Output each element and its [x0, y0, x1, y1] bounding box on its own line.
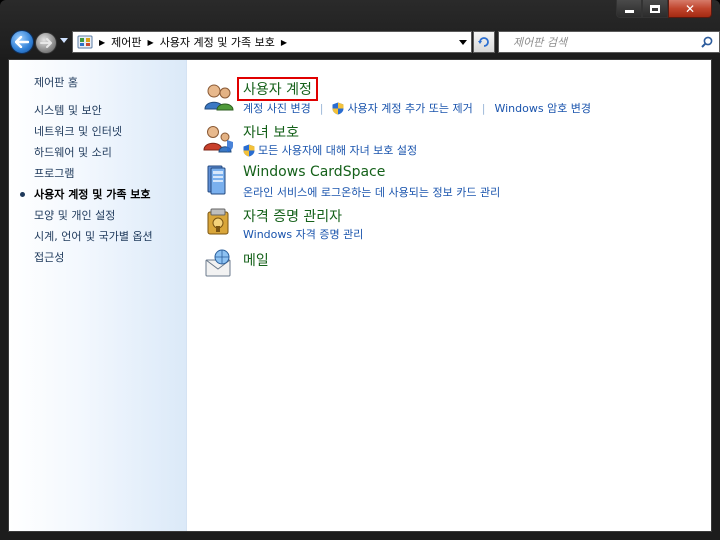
parental-controls-icon[interactable]: [203, 122, 235, 154]
cardspace-icon[interactable]: [203, 164, 235, 196]
minimize-icon: [624, 10, 634, 13]
link-change-account-picture[interactable]: 계정 사진 변경: [243, 100, 311, 116]
breadcrumb-separator[interactable]: ▶: [99, 38, 105, 47]
category-links-user-accounts: 계정 사진 변경 | 사용자 계정 추가 또는 제거 | Windows 암호 …: [243, 100, 591, 116]
sidebar-item-appearance[interactable]: 모양 및 개인 설정: [34, 209, 153, 230]
navigation-bar: ▶ 제어판 ▶ 사용자 계정 및 가족 보호 ▶: [8, 28, 720, 56]
forward-button[interactable]: [35, 32, 57, 54]
sidebar-category-list: 시스템 및 보안 네트워크 및 인터넷 하드웨어 및 소리 프로그램 사용자 계…: [20, 104, 153, 272]
caption-buttons: ✕: [616, 0, 712, 18]
search-icon[interactable]: [701, 36, 713, 48]
breadcrumb-separator[interactable]: ▶: [281, 38, 287, 47]
address-dropdown-icon[interactable]: [459, 40, 467, 45]
category-title-parental-controls[interactable]: 자녀 보호: [243, 122, 299, 142]
close-button[interactable]: ✕: [668, 0, 712, 18]
refresh-icon: [478, 37, 489, 47]
sidebar-item-programs[interactable]: 프로그램: [34, 167, 153, 188]
maximize-icon: [650, 4, 660, 13]
category-links-cardspace: 온라인 서비스에 로그온하는 데 사용되는 정보 카드 관리: [243, 184, 500, 200]
sidebar-item-ease-of-access[interactable]: 접근성: [34, 251, 153, 272]
forward-arrow-icon: [40, 38, 52, 48]
sidebar-item-network-internet[interactable]: 네트워크 및 인터넷: [34, 125, 153, 146]
link-manage-information-cards[interactable]: 온라인 서비스에 로그온하는 데 사용되는 정보 카드 관리: [243, 184, 500, 200]
link-manage-windows-credentials[interactable]: Windows 자격 증명 관리: [243, 226, 363, 242]
sidebar-item-user-accounts-current: 사용자 계정 및 가족 보호: [20, 188, 153, 209]
uac-shield-icon: [243, 144, 255, 157]
back-button[interactable]: [10, 30, 34, 54]
breadcrumb-control-panel[interactable]: 제어판: [111, 34, 141, 50]
refresh-button[interactable]: [473, 31, 495, 53]
category-links-credential-manager: Windows 자격 증명 관리: [243, 226, 363, 242]
credential-manager-icon[interactable]: [203, 206, 235, 238]
user-accounts-icon[interactable]: [203, 80, 235, 112]
link-separator: |: [319, 101, 324, 115]
sidebar-item-hardware-sound[interactable]: 하드웨어 및 소리: [34, 146, 153, 167]
sidebar-control-panel-home[interactable]: 제어판 홈: [34, 74, 78, 90]
search-box[interactable]: [498, 31, 720, 53]
back-arrow-icon: [15, 36, 29, 48]
sidebar: 제어판 홈 시스템 및 보안 네트워크 및 인터넷 하드웨어 및 소리 프로그램…: [9, 60, 187, 531]
main-content: 사용자 계정 계정 사진 변경 | 사용자 계정 추가 또는 제거 | Wind…: [203, 60, 711, 531]
address-bar[interactable]: ▶ 제어판 ▶ 사용자 계정 및 가족 보호 ▶: [72, 31, 472, 53]
maximize-button[interactable]: [642, 0, 668, 18]
control-panel-icon: [77, 34, 93, 50]
category-title-credential-manager[interactable]: 자격 증명 관리자: [243, 206, 342, 226]
close-icon: ✕: [684, 1, 696, 16]
link-change-windows-password[interactable]: Windows 암호 변경: [494, 100, 591, 116]
recent-pages-dropdown[interactable]: [60, 38, 68, 43]
category-title-cardspace[interactable]: Windows CardSpace: [243, 164, 385, 180]
mail-icon[interactable]: [203, 248, 235, 280]
sidebar-item-system-security[interactable]: 시스템 및 보안: [34, 104, 153, 125]
window-frame: ✕ ▶ 제어판 ▶ 사용자 계정 및 가족 보호 ▶ 제어판 검색 제어판 홈 …: [0, 0, 720, 540]
search-input[interactable]: [513, 33, 703, 51]
category-title-user-accounts[interactable]: 사용자 계정: [237, 77, 318, 101]
uac-shield-icon: [332, 102, 344, 115]
sidebar-item-clock-language[interactable]: 시계, 언어 및 국가별 옵션: [34, 230, 153, 251]
link-separator: |: [481, 101, 486, 115]
category-title-mail[interactable]: 메일: [243, 250, 269, 270]
minimize-button[interactable]: [616, 0, 642, 18]
link-add-remove-accounts[interactable]: 사용자 계정 추가 또는 제거: [347, 100, 472, 116]
breadcrumb-separator[interactable]: ▶: [148, 38, 154, 47]
link-setup-parental-controls[interactable]: 모든 사용자에 대해 자녀 보호 설정: [258, 142, 417, 158]
client-area: 제어판 홈 시스템 및 보안 네트워크 및 인터넷 하드웨어 및 소리 프로그램…: [8, 59, 712, 532]
breadcrumb-user-accounts[interactable]: 사용자 계정 및 가족 보호: [160, 34, 275, 50]
category-links-parental-controls: 모든 사용자에 대해 자녀 보호 설정: [243, 142, 417, 158]
